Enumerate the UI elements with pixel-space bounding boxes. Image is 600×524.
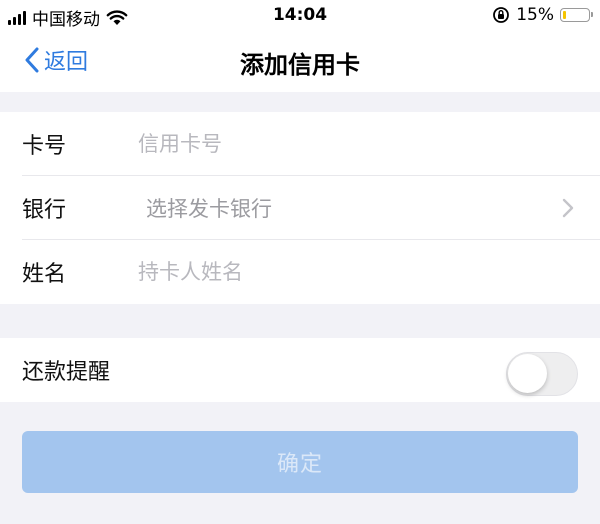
chevron-right-icon xyxy=(562,198,574,218)
repayment-reminder-row: 还款提醒 xyxy=(0,338,600,402)
status-bar: 中国移动 14:04 15% xyxy=(0,0,600,32)
cardholder-name-label: 姓名 xyxy=(22,262,67,287)
page-title: 添加信用卡 xyxy=(240,51,360,79)
card-number-row: 卡号 xyxy=(0,112,600,176)
card-info-group: 卡号 银行 选择发卡银行 姓名 xyxy=(0,112,600,304)
bank-select-placeholder: 选择发卡银行 xyxy=(146,197,272,221)
card-number-label: 卡号 xyxy=(22,134,67,159)
add-credit-card-screen: 中国移动 14:04 15% 返回 添加信用卡 卡号 信用卡号 银行 选择发卡银… xyxy=(0,0,600,524)
repayment-reminder-toggle[interactable] xyxy=(506,352,578,396)
cardholder-name-row: 姓名 xyxy=(0,240,600,304)
cardholder-name-input[interactable] xyxy=(136,259,560,285)
battery-percent: 15% xyxy=(516,5,554,25)
orientation-lock-icon xyxy=(493,7,510,23)
battery-level-fill xyxy=(563,11,566,19)
bank-label: 银行 xyxy=(22,198,67,223)
confirm-button[interactable]: 确定 xyxy=(22,431,578,493)
nav-bar: 返回 添加信用卡 xyxy=(0,32,600,92)
repayment-reminder-label: 还款提醒 xyxy=(22,360,111,385)
toggle-knob xyxy=(508,354,547,393)
card-number-input[interactable] xyxy=(136,131,560,157)
battery-icon xyxy=(560,8,593,22)
status-right: 15% xyxy=(492,5,593,25)
reminder-group: 还款提醒 xyxy=(0,338,600,402)
bank-row[interactable]: 银行 选择发卡银行 xyxy=(0,176,600,240)
